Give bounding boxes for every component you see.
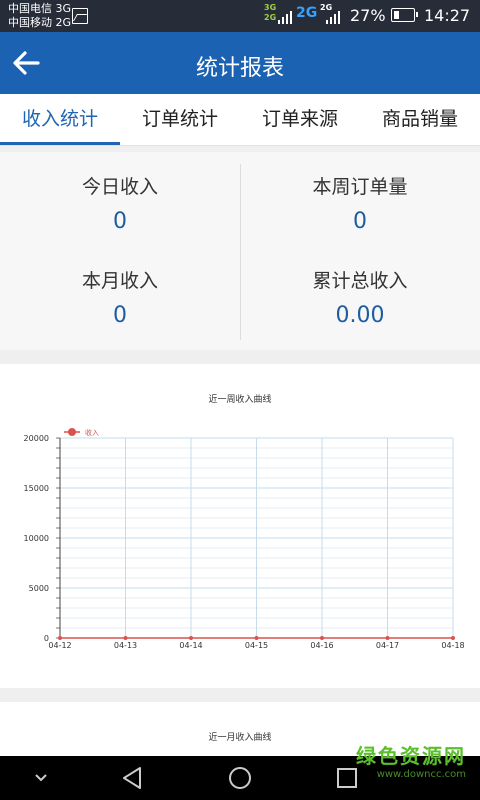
nav-hide-button[interactable] [26, 764, 56, 792]
stat-value: 0 [113, 209, 127, 234]
tab-bar: 收入统计 订单统计 订单来源 商品销量 [0, 94, 480, 146]
nav-back-button[interactable] [118, 764, 148, 792]
carrier-info: 中国电信 3G 中国移动 2G [8, 2, 71, 30]
legend-marker [68, 428, 76, 436]
x-tick-label: 04-17 [376, 641, 399, 650]
back-triangle-icon [123, 767, 141, 789]
battery-percent: 27% [350, 6, 386, 25]
nav-home-button[interactable] [225, 764, 255, 792]
x-tick-label: 04-15 [245, 641, 268, 650]
watermark: 绿色资源网 www.downcc.com [356, 740, 466, 780]
data-point [254, 636, 259, 640]
data-point [123, 636, 128, 640]
app-header: 统计报表 [0, 32, 480, 94]
home-circle-icon [229, 767, 251, 789]
stat-value: 0.00 [335, 303, 385, 328]
x-tick-label: 04-12 [48, 641, 71, 650]
battery-icon [391, 8, 418, 22]
watermark-logo: 绿色资源网 [356, 744, 466, 768]
stat-label: 本月收入 [81, 270, 158, 292]
data-point [385, 636, 390, 640]
data-point [451, 636, 455, 640]
network-type-sim1: 3G 2G [264, 3, 276, 23]
network-label-2g: 2G [264, 13, 277, 22]
stat-today-income: 今日收入 0 [0, 172, 240, 234]
weekly-income-chart: 近一周收入曲线 0 5000 10000 15000 20000 04-12 04-13 04… [0, 364, 480, 688]
stat-total-income: 累计总收入 0.00 [240, 266, 480, 328]
y-tick-label: 20000 [24, 434, 49, 443]
signal-icon [278, 8, 292, 24]
legend-label: 收入 [85, 428, 99, 437]
stat-label: 累计总收入 [312, 270, 408, 292]
x-tick-label: 04-18 [441, 641, 464, 650]
photo-icon [72, 8, 88, 24]
signal-icon [326, 8, 340, 24]
tab-product-sales[interactable]: 商品销量 [360, 104, 480, 131]
network-label-3g: 3G [264, 3, 277, 12]
data-point [58, 636, 62, 640]
stat-month-income: 本月收入 0 [0, 266, 240, 328]
line-chart: 0500010000150002000004-12 04-13 04-14 04-15… [24, 428, 465, 650]
page-title: 统计报表 [195, 56, 284, 81]
chevron-down-icon [35, 774, 47, 782]
carrier-2: 中国移动 2G [8, 16, 72, 29]
x-tick-label: 04-13 [114, 641, 137, 650]
tab-order-source[interactable]: 订单来源 [240, 104, 360, 131]
stats-panel: 今日收入 0 本周订单量 0 本月收入 0 累计总收入 0.00 [0, 152, 480, 350]
y-tick-label: 15000 [24, 484, 49, 493]
x-tick-label: 04-16 [310, 641, 333, 650]
y-tick-label: 10000 [24, 534, 49, 543]
y-tick-label: 5000 [29, 584, 49, 593]
watermark-url: www.downcc.com [376, 769, 466, 780]
network-type-sim2: 2G [296, 5, 318, 21]
status-bar: 中国电信 3G 中国移动 2G 3G 2G 2G 2G 27% 14:27 [0, 0, 480, 32]
carrier-1: 中国电信 3G [8, 2, 72, 15]
stat-label: 本周订单量 [312, 176, 408, 198]
stat-value: 0 [113, 303, 127, 328]
tab-income[interactable]: 收入统计 [0, 104, 120, 131]
data-point [189, 636, 193, 640]
tab-indicator [0, 142, 120, 145]
stat-value: 0 [353, 209, 367, 234]
stat-label: 今日收入 [81, 176, 158, 198]
clock: 14:27 [424, 6, 471, 25]
stat-week-orders: 本周订单量 0 [240, 172, 480, 234]
data-point [320, 636, 324, 640]
x-tick-label: 04-14 [179, 641, 202, 650]
tab-orders[interactable]: 订单统计 [120, 104, 240, 131]
